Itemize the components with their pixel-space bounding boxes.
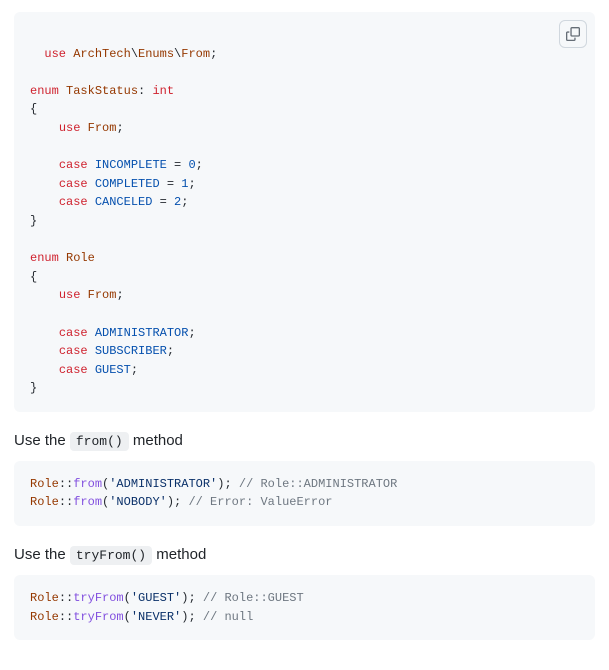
code-content: Role::tryFrom('GUEST'); // Role::GUEST R… [30, 591, 304, 624]
copy-button[interactable] [559, 20, 587, 48]
code-content: Role::from('ADMINISTRATOR'); // Role::AD… [30, 477, 397, 510]
code-content: use ArchTech\Enums\From; enum TaskStatus… [30, 47, 217, 396]
heading-code: tryFrom() [70, 546, 152, 565]
heading-tryfrom: Use the tryFrom() method [14, 546, 595, 563]
heading-prefix: Use the [14, 432, 70, 449]
heading-prefix: Use the [14, 546, 70, 563]
heading-suffix: method [129, 432, 183, 449]
copy-icon [566, 27, 580, 41]
code-block-tryfrom: Role::tryFrom('GUEST'); // Role::GUEST R… [14, 575, 595, 640]
heading-code: from() [70, 432, 129, 451]
code-block-from: Role::from('ADMINISTRATOR'); // Role::AD… [14, 461, 595, 526]
heading-suffix: method [152, 546, 206, 563]
code-block-enums: use ArchTech\Enums\From; enum TaskStatus… [14, 12, 595, 412]
heading-from: Use the from() method [14, 432, 595, 449]
